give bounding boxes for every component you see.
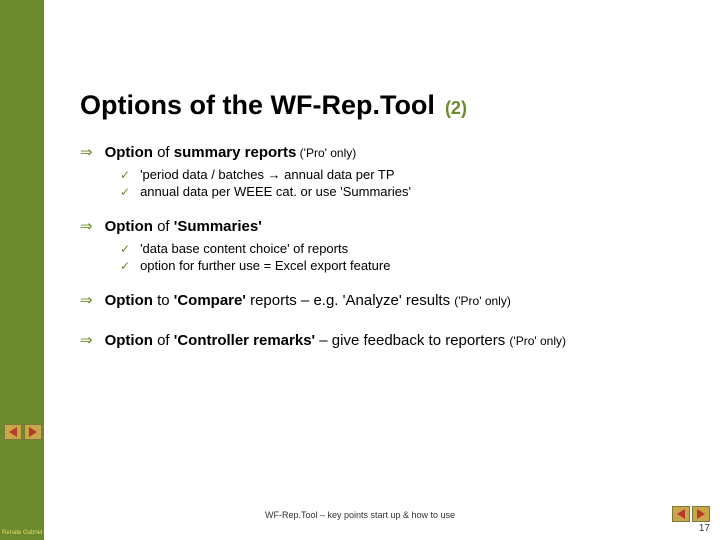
bullet-1-lead: Option: [105, 144, 153, 161]
sub-1a: ✓ 'period data / batches → annual data p…: [120, 167, 696, 182]
bullet-3: ⇒ Option to 'Compare' reports – e.g. 'An…: [80, 291, 696, 309]
triangle-left-icon: [9, 427, 17, 437]
sub-1a-text: 'period data / batches → annual data per…: [140, 167, 394, 182]
slide-content: Options of the WF-Rep.Tool (2) ⇒ Option …: [80, 90, 696, 355]
bullet-2: ⇒ Option of 'Summaries': [80, 217, 696, 235]
bullet-4: ⇒ Option of 'Controller remarks' – give …: [80, 331, 696, 349]
title-row: Options of the WF-Rep.Tool (2): [80, 90, 696, 121]
sub-2b-text: option for further use = Excel export fe…: [140, 258, 390, 273]
bullet-1-subs: ✓ 'period data / batches → annual data p…: [120, 167, 696, 199]
nav-top: [4, 424, 42, 440]
bullet-1: ⇒ Option of summary reports ('Pro' only): [80, 143, 696, 161]
bullet-1-tail: ('Pro' only): [296, 146, 356, 160]
check-icon: ✓: [120, 259, 130, 273]
bullet-1-mid: of: [153, 144, 174, 161]
check-icon: ✓: [120, 185, 130, 199]
bullet-2-lead: Option: [105, 218, 153, 235]
slide-title-number: (2): [445, 98, 467, 119]
bullet-4-text: Option of 'Controller remarks' – give fe…: [105, 332, 566, 349]
triangle-right-icon: [697, 509, 705, 519]
prev-slide-button-small[interactable]: [4, 424, 22, 440]
nav-bottom: [672, 506, 710, 522]
bullet-1-bold2: summary reports: [174, 144, 297, 161]
bullet-1-text: Option of summary reports ('Pro' only): [105, 144, 357, 161]
triangle-right-icon: [29, 427, 37, 437]
footer-text: WF-Rep.Tool – key points start up & how …: [0, 510, 720, 520]
sub-1b: ✓ annual data per WEEE cat. or use 'Summ…: [120, 184, 696, 199]
arrow-icon: ⇒: [80, 143, 93, 161]
bullet-2-text: Option of 'Summaries': [105, 218, 262, 235]
bullet-3-text: Option to 'Compare' reports – e.g. 'Anal…: [105, 292, 511, 309]
prev-slide-button[interactable]: [672, 506, 690, 522]
bullet-3-tail: ('Pro' only): [454, 294, 511, 308]
bullet-4-mid: of: [153, 332, 174, 349]
bullet-3-lead: Option: [105, 292, 153, 309]
bullet-2-bold2: 'Summaries': [174, 218, 262, 235]
bullet-3-rest: reports – e.g. 'Analyze' results: [246, 292, 454, 309]
author-label: Renate Gabriel: [2, 530, 42, 536]
sub-2a-text: 'data base content choice' of reports: [140, 241, 348, 256]
sidebar: [0, 0, 44, 540]
triangle-left-icon: [677, 509, 685, 519]
sub-1b-text: annual data per WEEE cat. or use 'Summar…: [140, 184, 411, 199]
bullet-4-tail: ('Pro' only): [509, 334, 566, 348]
arrow-icon: ⇒: [80, 291, 93, 309]
slide-title: Options of the WF-Rep.Tool: [80, 90, 435, 121]
bullet-3-bold2: 'Compare': [174, 292, 246, 309]
bullet-2-subs: ✓ 'data base content choice' of reports …: [120, 241, 696, 273]
next-slide-button[interactable]: [692, 506, 710, 522]
bullet-4-bold2: 'Controller remarks': [174, 332, 315, 349]
arrow-icon: ⇒: [80, 217, 93, 235]
next-slide-button-small[interactable]: [24, 424, 42, 440]
sub-2a: ✓ 'data base content choice' of reports: [120, 241, 696, 256]
bullet-2-mid: of: [153, 218, 174, 235]
bullet-3-mid: to: [153, 292, 174, 309]
check-icon: ✓: [120, 168, 130, 182]
check-icon: ✓: [120, 242, 130, 256]
arrow-icon: ⇒: [80, 331, 93, 349]
sub-2b: ✓ option for further use = Excel export …: [120, 258, 696, 273]
page-number: 17: [699, 523, 710, 534]
bullet-4-lead: Option: [105, 332, 153, 349]
bullet-4-rest: – give feedback to reporters: [315, 332, 509, 349]
